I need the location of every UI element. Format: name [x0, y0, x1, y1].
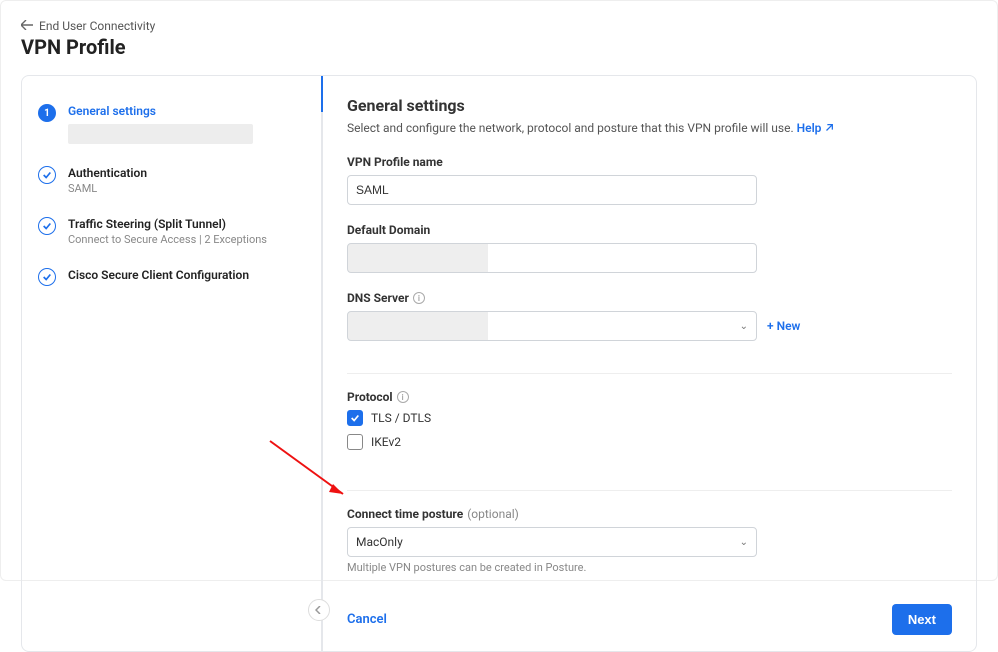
step-label: General settings — [68, 104, 253, 118]
protocol-option-tls[interactable]: TLS / DTLS — [347, 410, 952, 426]
next-button[interactable]: Next — [892, 604, 952, 635]
step-label: Traffic Steering (Split Tunnel) — [68, 217, 267, 231]
protocol-option-ikev2[interactable]: IKEv2 — [347, 434, 952, 450]
divider — [347, 373, 952, 374]
step-placeholder — [68, 124, 253, 144]
page-title: VPN Profile — [21, 35, 977, 59]
step-label: Cisco Secure Client Configuration — [68, 268, 249, 282]
posture-selected-value: MacOnly — [356, 535, 403, 549]
field-protocol: Protocol i TLS / DTLS IKEv2 — [347, 390, 952, 458]
step-label: Authentication — [68, 166, 147, 180]
checkbox-unchecked-icon[interactable] — [347, 434, 363, 450]
field-label: Protocol i — [347, 390, 952, 404]
breadcrumb-parent[interactable]: End User Connectivity — [39, 19, 155, 33]
checkbox-checked-icon[interactable] — [347, 410, 363, 426]
help-link[interactable]: Help — [797, 121, 835, 135]
check-icon — [38, 268, 56, 286]
step-traffic-steering[interactable]: Traffic Steering (Split Tunnel) Connect … — [38, 209, 305, 260]
divider — [347, 490, 952, 491]
field-default-domain: Default Domain — [347, 223, 952, 273]
step-number-icon: 1 — [38, 104, 56, 122]
cancel-button[interactable]: Cancel — [347, 612, 387, 627]
field-label: Connect time posture (optional) — [347, 507, 952, 521]
section-description: Select and configure the network, protoc… — [347, 121, 952, 135]
info-icon[interactable]: i — [413, 292, 425, 304]
field-dns-server: DNS Server i ⌄ + New — [347, 291, 952, 341]
wizard-card: 1 General settings Authentication SAML — [21, 75, 977, 652]
new-dns-link[interactable]: + New — [767, 319, 800, 333]
step-sublabel: SAML — [68, 182, 147, 195]
section-heading: General settings — [347, 96, 952, 115]
field-connect-time-posture: Connect time posture (optional) MacOnly … — [347, 507, 952, 574]
check-icon — [38, 217, 56, 235]
breadcrumb[interactable]: End User Connectivity — [21, 19, 977, 33]
page-container: End User Connectivity VPN Profile 1 Gene… — [0, 0, 998, 581]
field-label: Default Domain — [347, 223, 952, 237]
checkbox-label: IKEv2 — [371, 435, 401, 449]
back-arrow-icon[interactable] — [21, 19, 33, 33]
step-client-config[interactable]: Cisco Secure Client Configuration — [38, 260, 305, 300]
field-label: VPN Profile name — [347, 155, 952, 169]
collapse-sidebar-button[interactable] — [308, 599, 330, 621]
check-icon — [38, 166, 56, 184]
posture-select[interactable]: MacOnly ⌄ — [347, 527, 757, 557]
step-general-settings[interactable]: 1 General settings — [38, 96, 305, 158]
step-authentication[interactable]: Authentication SAML — [38, 158, 305, 209]
info-icon[interactable]: i — [397, 391, 409, 403]
chevron-down-icon: ⌄ — [740, 321, 748, 332]
posture-hint: Multiple VPN postures can be created in … — [347, 561, 952, 574]
field-label: DNS Server i — [347, 291, 952, 305]
footer-actions: Cancel Next — [347, 592, 952, 635]
step-sublabel: Connect to Secure Access | 2 Exceptions — [68, 233, 267, 246]
dns-server-select[interactable]: ⌄ — [347, 311, 757, 341]
field-vpn-profile-name: VPN Profile name — [347, 155, 952, 205]
main-panel: General settings Select and configure th… — [321, 76, 976, 651]
default-domain-input[interactable] — [347, 243, 757, 273]
vpn-profile-name-input[interactable] — [347, 175, 757, 205]
chevron-down-icon: ⌄ — [740, 537, 748, 548]
checkbox-label: TLS / DTLS — [371, 411, 431, 425]
step-sidebar: 1 General settings Authentication SAML — [22, 76, 322, 651]
